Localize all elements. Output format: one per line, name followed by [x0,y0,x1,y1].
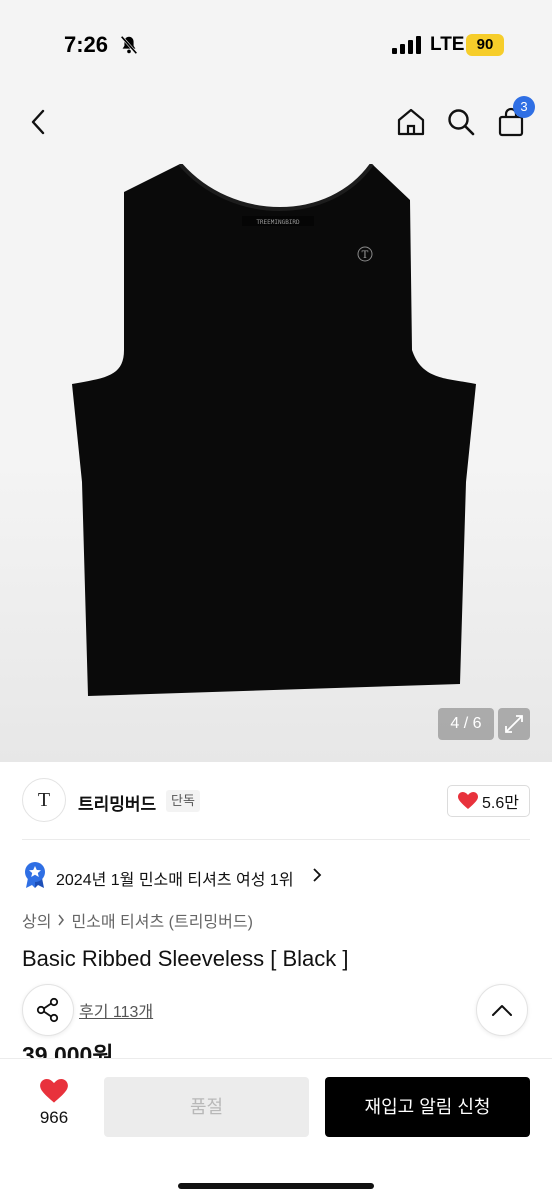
share-button[interactable] [22,984,74,1036]
product-title: Basic Ribbed Sleeveless [ Black ] [22,946,349,971]
garment-brand-label: TREEMINGBIRD [256,219,300,226]
home-indicator[interactable] [178,1183,374,1189]
back-button[interactable] [20,104,56,140]
search-icon [448,109,475,136]
wishlist-count: 966 [39,1108,69,1127]
home-button[interactable] [393,104,429,140]
wishlist-button[interactable]: 966 [28,1079,80,1139]
chevron-right-icon [313,868,322,882]
scroll-top-button[interactable] [476,984,528,1036]
ranking-link[interactable]: 2024년 1월 민소매 티셔츠 여성 1위 [56,866,294,890]
product-photo-tank-top: TREEMINGBIRD T [72,164,476,696]
bottom-action-bar: 966 품절 재입고 알림 신청 [0,1058,552,1200]
status-time: 7:26 [64,32,109,57]
review-link[interactable]: 후기 113개 [79,998,153,1022]
breadcrumb: 상의 민소매 티셔츠 (트리밍버드) [22,908,253,932]
exclusive-tag: 단독 [166,790,200,812]
signal-icon [392,36,421,54]
restock-alert-button[interactable]: 재입고 알림 신청 [325,1077,530,1137]
battery-indicator: 90 [466,34,504,56]
divider [22,839,530,840]
status-bar: 7:26 LTE 90 [0,0,552,90]
search-button[interactable] [443,104,479,140]
heart-icon [458,792,479,809]
ranking-medal-icon [25,862,45,888]
share-icon [36,997,59,1023]
brand-logo[interactable]: T [22,778,66,822]
brand-like-count: 5.6만 [482,795,519,812]
cart-count-badge: 3 [513,96,535,118]
breadcrumb-subcategory[interactable]: 민소매 티셔츠 (트리밍버드) [71,908,252,932]
cart-button[interactable]: 3 [493,96,535,140]
image-counter: 4 / 6 [438,708,494,740]
garment-logo: T [362,250,369,261]
home-icon [397,108,425,136]
heart-icon [40,1079,68,1103]
bell-slash-icon [120,35,138,55]
breadcrumb-category[interactable]: 상의 [22,908,51,932]
brand-like-button[interactable]: 5.6만 [447,785,530,817]
expand-icon [505,715,523,733]
chevron-right-icon [58,914,65,926]
back-icon [31,109,45,135]
brand-name[interactable]: 트리밍버드 [78,790,156,815]
product-image-gallery[interactable]: 3 TREEMINGBIRD T 4 / 6 [0,90,552,762]
network-label: LTE [430,34,465,55]
soldout-button[interactable]: 품절 [104,1077,309,1137]
expand-image-button[interactable] [498,708,530,740]
chevron-up-icon [492,1005,512,1016]
product-price: 39,000원 [22,1042,114,1058]
